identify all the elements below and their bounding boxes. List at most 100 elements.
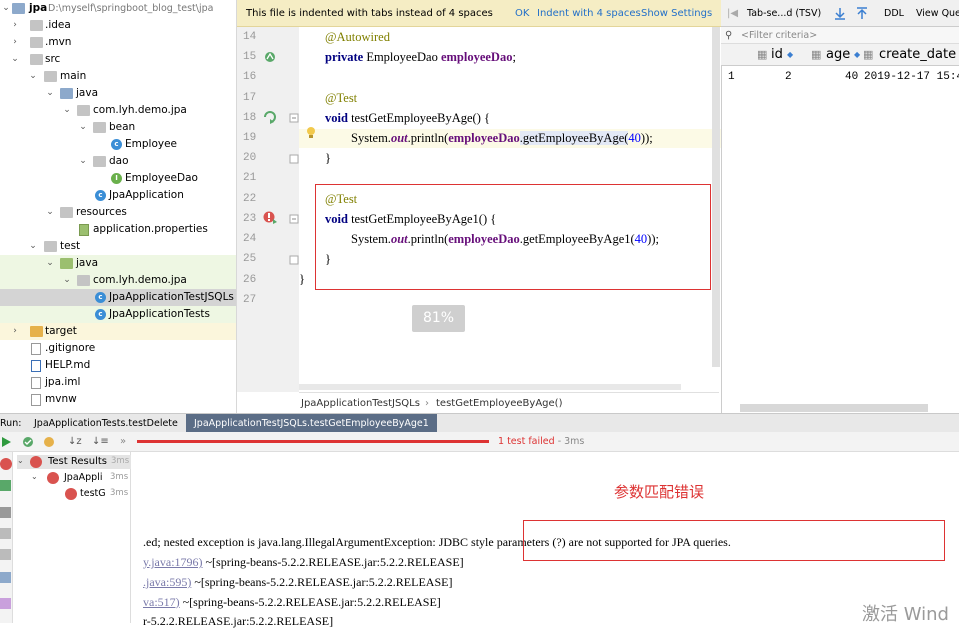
- run-side-toolbar: [0, 452, 13, 623]
- tree-item-gitignore[interactable]: .gitignore: [0, 340, 236, 357]
- run-test-failed-icon[interactable]: [262, 210, 278, 224]
- chevron-down-icon[interactable]: ⌄: [62, 102, 72, 119]
- stacktrace-link[interactable]: .java:595): [143, 575, 191, 589]
- tree-item-jpaapplicationtestjsqls[interactable]: c JpaApplicationTestJSQLs: [0, 289, 236, 306]
- tree-item-employee[interactable]: c Employee: [0, 136, 236, 153]
- banner-text: This file is indented with tabs instead …: [246, 8, 493, 19]
- download-icon[interactable]: [834, 7, 846, 20]
- pin-icon[interactable]: [0, 598, 11, 609]
- column-header-age[interactable]: age: [826, 44, 850, 66]
- banner-settings-link[interactable]: Show Settings: [641, 0, 712, 27]
- chevron-down-icon[interactable]: ⌄: [1, 0, 11, 17]
- sort-alpha-icon[interactable]: ↓z: [68, 432, 82, 452]
- breadcrumb-class[interactable]: JpaApplicationTestJSQLs: [301, 393, 420, 414]
- tree-item-employeedao[interactable]: I EmployeeDao: [0, 170, 236, 187]
- chevron-down-icon[interactable]: ⌄: [78, 153, 88, 170]
- column-header-create-date[interactable]: create_date: [879, 44, 956, 66]
- tree-item-resources[interactable]: ⌄ resources: [0, 204, 236, 221]
- tree-item-dao[interactable]: ⌄ dao: [0, 153, 236, 170]
- tree-item-idea[interactable]: › .idea: [0, 17, 236, 34]
- tree-item-jpaapplicationtests[interactable]: c JpaApplicationTests: [0, 306, 236, 323]
- tab-testgetemployeebyage1[interactable]: JpaApplicationTestJSQLs.testGetEmployeeB…: [186, 414, 437, 433]
- chevron-right-icon[interactable]: ›: [10, 17, 20, 34]
- tree-item-java-test[interactable]: ⌄ java: [0, 255, 236, 272]
- layout-icon[interactable]: [0, 572, 11, 583]
- rerun-icon[interactable]: [2, 437, 11, 447]
- fold-icon[interactable]: [289, 214, 299, 224]
- tree-item-main[interactable]: ⌄ main: [0, 68, 236, 85]
- stacktrace-link[interactable]: va:517): [143, 595, 180, 609]
- view-query-button[interactable]: View Quer: [916, 0, 959, 27]
- sort-duration-icon[interactable]: ↓≡: [92, 432, 109, 452]
- tree-item-jpaapplication[interactable]: c JpaApplication: [0, 187, 236, 204]
- fold-icon[interactable]: [289, 113, 299, 123]
- stop-icon[interactable]: [0, 458, 12, 470]
- chevron-right-icon[interactable]: ›: [10, 34, 20, 51]
- filter-input[interactable]: <Filter criteria>: [741, 27, 817, 44]
- tree-item-package-main[interactable]: ⌄ com.lyh.demo.jpa: [0, 102, 236, 119]
- tree-item-target[interactable]: › target: [0, 323, 236, 340]
- upload-icon[interactable]: [856, 7, 868, 20]
- code-field: employeeDao: [440, 50, 513, 64]
- settings-icon[interactable]: [0, 507, 11, 518]
- lightbulb-icon[interactable]: [306, 126, 316, 139]
- fold-icon[interactable]: [289, 154, 299, 164]
- tree-item-mvn[interactable]: › .mvn: [0, 34, 236, 51]
- chevron-down-icon[interactable]: ⌄: [17, 456, 24, 465]
- chevron-down-icon[interactable]: ⌄: [45, 204, 55, 221]
- tree-item-jpa-iml[interactable]: jpa.iml: [0, 374, 236, 391]
- chevron-down-icon[interactable]: ⌄: [28, 238, 38, 255]
- fold-icon[interactable]: [289, 255, 299, 265]
- tab-testdelete[interactable]: JpaApplicationTests.testDelete: [26, 414, 186, 433]
- import-icon[interactable]: [0, 480, 11, 491]
- show-ignored-icon[interactable]: [43, 436, 55, 448]
- chevron-down-icon[interactable]: ⌄: [45, 85, 55, 102]
- cell-age[interactable]: 40: [845, 66, 858, 88]
- ddl-button[interactable]: DDL: [884, 0, 904, 27]
- chevron-down-icon[interactable]: ⌄: [10, 51, 20, 68]
- tree-root[interactable]: ⌄ jpa D:\myself\springboot_blog_test\jpa: [0, 0, 236, 17]
- chevron-down-icon[interactable]: ⌄: [45, 255, 55, 272]
- column-header-id[interactable]: id: [771, 44, 783, 66]
- chevron-down-icon[interactable]: ⌄: [28, 68, 38, 85]
- breadcrumb-method[interactable]: testGetEmployeeByAge(): [436, 393, 562, 414]
- chevron-down-icon[interactable]: ⌄: [62, 272, 72, 289]
- banner-indent-link[interactable]: Indent with 4 spaces: [537, 0, 641, 27]
- chevron-right-icon[interactable]: ›: [10, 323, 20, 340]
- tree-item-bean[interactable]: ⌄ bean: [0, 119, 236, 136]
- db-scrollbar[interactable]: [740, 404, 928, 412]
- bean-navigation-icon[interactable]: [263, 50, 277, 64]
- show-passed-icon[interactable]: [22, 436, 34, 448]
- stacktrace-link[interactable]: y.java:1796): [143, 555, 203, 569]
- cell-id[interactable]: 2: [785, 66, 792, 88]
- editor-scrollbar[interactable]: [712, 27, 720, 367]
- tree-item-help-md[interactable]: HELP.md: [0, 357, 236, 374]
- test-results-root[interactable]: ⌄ Test Results 3ms: [17, 455, 131, 469]
- tree-item-package-test[interactable]: ⌄ com.lyh.demo.jpa: [0, 272, 236, 289]
- run-test-icon[interactable]: [262, 110, 278, 124]
- db-filter[interactable]: ⚲ <Filter criteria>: [721, 27, 959, 44]
- sort-icon[interactable]: ◆: [787, 44, 793, 66]
- failed-icon: [47, 472, 59, 484]
- tree-item-java-main[interactable]: ⌄ java: [0, 85, 236, 102]
- more-icon[interactable]: »: [120, 432, 126, 452]
- run-tabs: Run: JpaApplicationTests.testDelete JpaA…: [0, 413, 959, 433]
- tree-item-src[interactable]: ⌄ src: [0, 51, 236, 68]
- test-class-node[interactable]: ⌄ JpaAppli 3ms: [31, 471, 131, 485]
- db-table-row[interactable]: 1 2 40 2019-12-17 15:4: [721, 66, 959, 88]
- sort-icon[interactable]: ◆: [854, 44, 860, 66]
- camera-icon[interactable]: [0, 528, 11, 539]
- tree-item-mvnw[interactable]: mvnw: [0, 391, 236, 408]
- row-index: 1: [728, 71, 735, 83]
- editor-hscrollbar[interactable]: [299, 384, 681, 390]
- chevron-down-icon[interactable]: ⌄: [31, 472, 38, 481]
- test-method-node[interactable]: testG 3ms: [65, 487, 131, 501]
- cell-create-date[interactable]: 2019-12-17 15:4: [864, 66, 959, 88]
- export-icon[interactable]: [0, 549, 11, 560]
- format-selector[interactable]: Tab-se...d (TSV): [747, 0, 821, 27]
- chevron-down-icon[interactable]: ⌄: [78, 119, 88, 136]
- tree-item-application-properties[interactable]: application.properties: [0, 221, 236, 238]
- banner-ok-link[interactable]: OK: [515, 0, 529, 27]
- first-page-icon[interactable]: |◀: [727, 0, 738, 27]
- tree-item-test[interactable]: ⌄ test: [0, 238, 236, 255]
